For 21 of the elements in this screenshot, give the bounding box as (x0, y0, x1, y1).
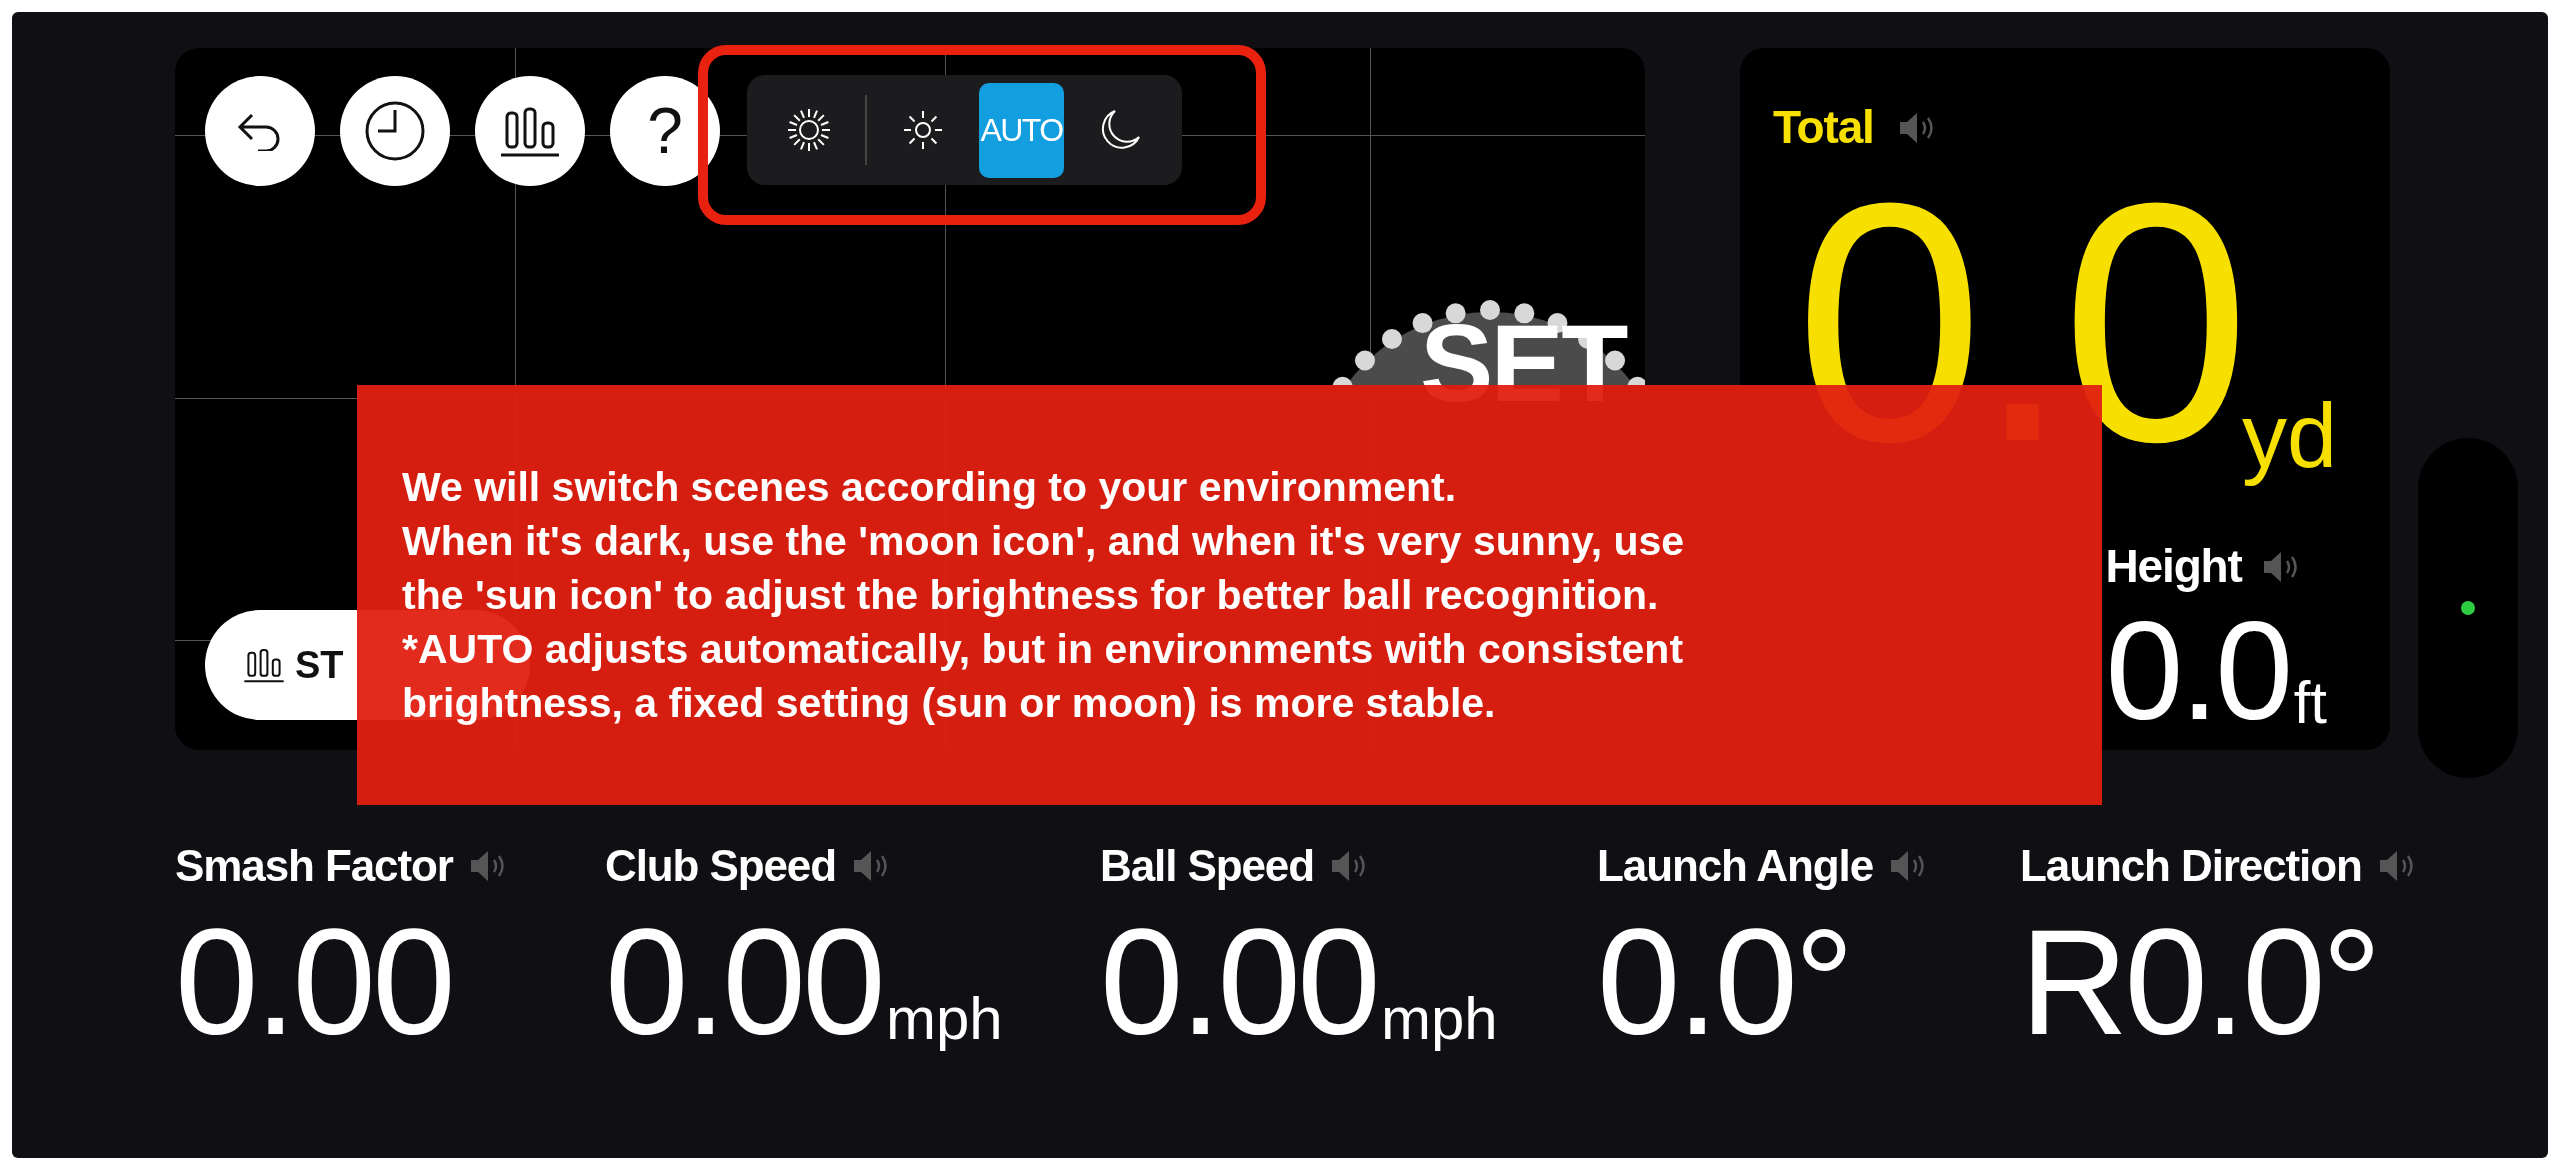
metric-value: 0.00 (1100, 907, 1377, 1057)
metric-value: 0.00 (605, 907, 882, 1057)
metric-label: Club Speed (605, 840, 837, 892)
bar-chart-icon (243, 647, 285, 683)
metric-label: Launch Angle (1597, 840, 1874, 892)
metric-value: R0.0° (2020, 907, 2379, 1057)
unit-label: mph (1380, 989, 1498, 1049)
metric-value: 0.00 (175, 907, 452, 1057)
bar-chart-icon (499, 105, 561, 157)
tooltip-text: We will switch scenes according to your environment. When it's dark, use the 'moon icon', and when it's very sunny, use the 'sun icon' to adjust the brightness for better ball recognition. *AUTO adjusts automatically, but in environments with consistent brightness, a fixed setting (sun or moon) is more stable. (402, 462, 1685, 729)
height-value: 0.0 (2105, 601, 2290, 741)
help-button[interactable]: ? (610, 76, 720, 186)
metric-label: Launch Direction (2020, 840, 2362, 892)
clock-icon (364, 100, 426, 162)
metric-label: Ball Speed (1100, 840, 1314, 892)
height-label: Height (2105, 539, 2242, 594)
metric-value: 0.0° (1597, 907, 1851, 1057)
unit-label: ft (2293, 673, 2327, 733)
unit-label: yd (2241, 385, 2337, 488)
metric-label: Smash Factor (175, 840, 453, 892)
unit-label: mph (885, 989, 1003, 1049)
